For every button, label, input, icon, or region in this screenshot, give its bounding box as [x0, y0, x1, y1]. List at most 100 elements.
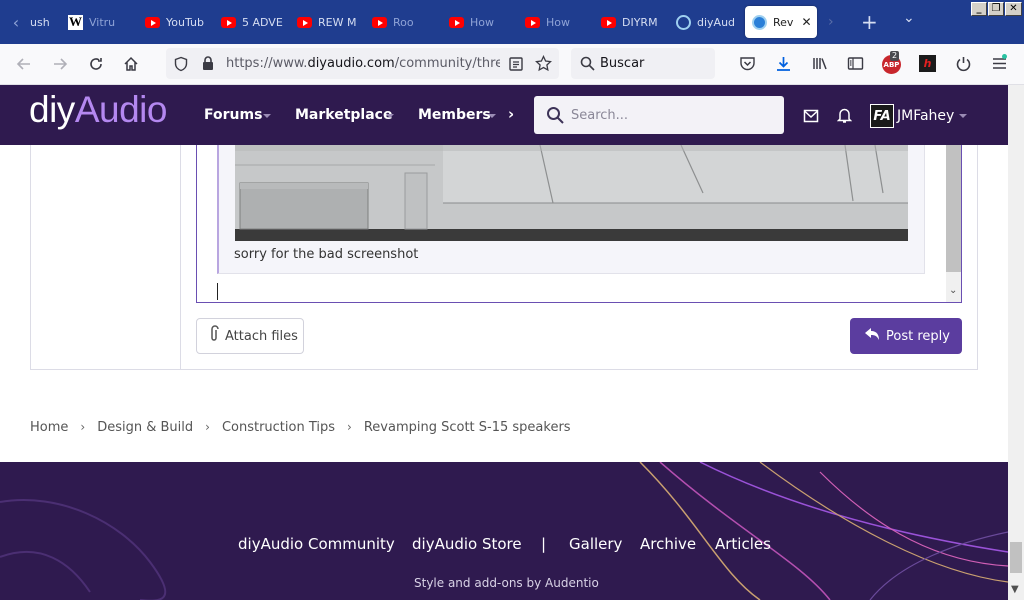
chevron-down-icon[interactable]: ⌄: [949, 285, 957, 296]
wikipedia-icon: W: [68, 14, 83, 30]
reply-avatar-column: [30, 145, 181, 370]
tab-1[interactable]: W Vitru: [68, 6, 130, 38]
editor-scrollbar[interactable]: ⌄: [946, 145, 961, 302]
scroll-down-arrow-icon[interactable]: ▼: [1011, 584, 1019, 595]
breadcrumb-design-build[interactable]: Design & Build: [97, 420, 193, 435]
quote-caption: sorry for the bad screenshot: [234, 247, 419, 262]
lock-icon[interactable]: [201, 55, 215, 75]
close-window-icon[interactable]: ✕: [1005, 2, 1022, 16]
nav-forums[interactable]: Forums: [204, 107, 262, 123]
nav-marketplace[interactable]: Marketplace: [295, 107, 392, 123]
youtube-icon: [525, 15, 540, 30]
tab-label: How: [546, 15, 570, 29]
minimize-window-icon[interactable]: _: [971, 2, 987, 16]
library-icon[interactable]: [811, 55, 828, 76]
tab-9[interactable]: diyAud: [676, 6, 738, 38]
new-tab-icon[interactable]: +: [861, 10, 878, 34]
logo-audio: Audio: [74, 89, 168, 130]
restore-window-icon[interactable]: ❐: [988, 2, 1004, 16]
avatar[interactable]: FA: [870, 104, 894, 128]
tab-scroll-right-icon[interactable]: ›: [828, 14, 834, 30]
adblock-badge: 2: [890, 51, 900, 61]
search-icon: [546, 106, 564, 128]
breadcrumb-construction-tips[interactable]: Construction Tips: [222, 420, 335, 435]
footer-link-archive[interactable]: Archive: [640, 535, 696, 553]
reader-view-icon[interactable]: [508, 56, 524, 76]
update-dot: [1002, 54, 1007, 59]
quoted-screenshot-image: [235, 145, 908, 241]
post-reply-button[interactable]: Post reply: [850, 318, 962, 354]
chevron-down-icon[interactable]: [263, 114, 271, 118]
breadcrumb-home[interactable]: Home: [30, 420, 68, 435]
bookmark-star-icon[interactable]: [535, 54, 552, 76]
tab-scroll-left-icon[interactable]: ‹: [0, 0, 32, 44]
site-logo[interactable]: diyAudio: [29, 89, 167, 131]
list-all-tabs-icon[interactable]: ⌄: [903, 10, 915, 26]
tab-label: Rev: [773, 15, 794, 29]
tab-label: Vitru: [89, 15, 116, 29]
inbox-icon[interactable]: [803, 108, 819, 127]
pocket-icon[interactable]: [739, 55, 756, 76]
tab-7[interactable]: How: [525, 6, 587, 38]
tab-label: YouTub: [166, 15, 204, 29]
home-icon[interactable]: [118, 51, 144, 77]
tab-6[interactable]: How: [449, 6, 511, 38]
sidebar-icon[interactable]: [847, 55, 864, 76]
tab-label: 5 ADVE: [242, 15, 283, 29]
url-text[interactable]: https://www.diyaudio.com/community/threa…: [226, 56, 500, 71]
youtube-icon: [601, 15, 616, 30]
footer-link-gallery[interactable]: Gallery: [569, 535, 622, 553]
power-icon[interactable]: [955, 55, 972, 76]
attach-files-button[interactable]: Attach files: [196, 318, 304, 354]
diyaudio-icon: [676, 14, 691, 30]
tab-label: Roo: [393, 15, 414, 29]
tab-8[interactable]: DIYRM: [601, 6, 663, 38]
reply-icon: [865, 328, 879, 344]
url-domain: diyaudio.com: [307, 56, 395, 71]
breadcrumb-thread[interactable]: Revamping Scott S-15 speakers: [364, 420, 571, 435]
chevron-down-icon[interactable]: [959, 114, 967, 118]
nav-more-icon[interactable]: ›: [508, 105, 514, 123]
tab-label: diyAud: [697, 15, 736, 29]
tab-0[interactable]: ush: [30, 6, 56, 38]
extension-h-icon[interactable]: h: [919, 55, 936, 72]
chevron-down-icon[interactable]: [386, 114, 394, 118]
tab-active[interactable]: Rev ✕: [745, 6, 817, 38]
chevron-down-icon[interactable]: [488, 114, 496, 118]
footer-link-store[interactable]: diyAudio Store: [412, 535, 522, 553]
text-cursor: [217, 283, 218, 300]
footer-separator: |: [541, 535, 547, 553]
back-icon[interactable]: [11, 51, 37, 77]
youtube-icon: [297, 15, 312, 30]
forward-icon[interactable]: [47, 51, 73, 77]
page-scroll-thumb[interactable]: [1010, 542, 1022, 573]
logo-diy: diy: [29, 89, 75, 130]
attach-files-label: Attach files: [225, 328, 298, 344]
editor-scroll-thumb[interactable]: [946, 145, 961, 272]
tab-label: ush: [30, 15, 50, 29]
close-tab-icon[interactable]: ✕: [801, 15, 811, 29]
tab-label: DIYRM: [622, 15, 658, 29]
page-scrollbar[interactable]: [1008, 85, 1024, 600]
tab-3[interactable]: 5 ADVE: [221, 6, 283, 38]
tab-2[interactable]: YouTub: [145, 6, 207, 38]
breadcrumb: Home › Design & Build › Construction Tip…: [30, 418, 571, 436]
footer-link-articles[interactable]: Articles: [715, 535, 771, 553]
username[interactable]: JMFahey: [897, 108, 954, 124]
paperclip-icon: [209, 325, 219, 347]
tracking-protection-icon[interactable]: [173, 56, 189, 76]
url-path: /community/threads/: [394, 56, 500, 71]
chevron-right-icon: ›: [347, 420, 352, 434]
youtube-icon: [449, 15, 464, 30]
youtube-icon: [221, 15, 236, 30]
url-prefix: https://www.: [226, 56, 308, 71]
diyaudio-icon: [752, 14, 767, 30]
chevron-right-icon: ›: [205, 420, 210, 434]
tab-4[interactable]: REW M: [297, 6, 359, 38]
downloads-icon[interactable]: [775, 55, 792, 76]
tab-5[interactable]: Roo: [372, 6, 434, 38]
bell-icon[interactable]: [836, 107, 853, 128]
nav-members[interactable]: Members: [418, 107, 491, 123]
reload-icon[interactable]: [83, 51, 109, 77]
footer-link-community[interactable]: diyAudio Community: [238, 535, 395, 553]
